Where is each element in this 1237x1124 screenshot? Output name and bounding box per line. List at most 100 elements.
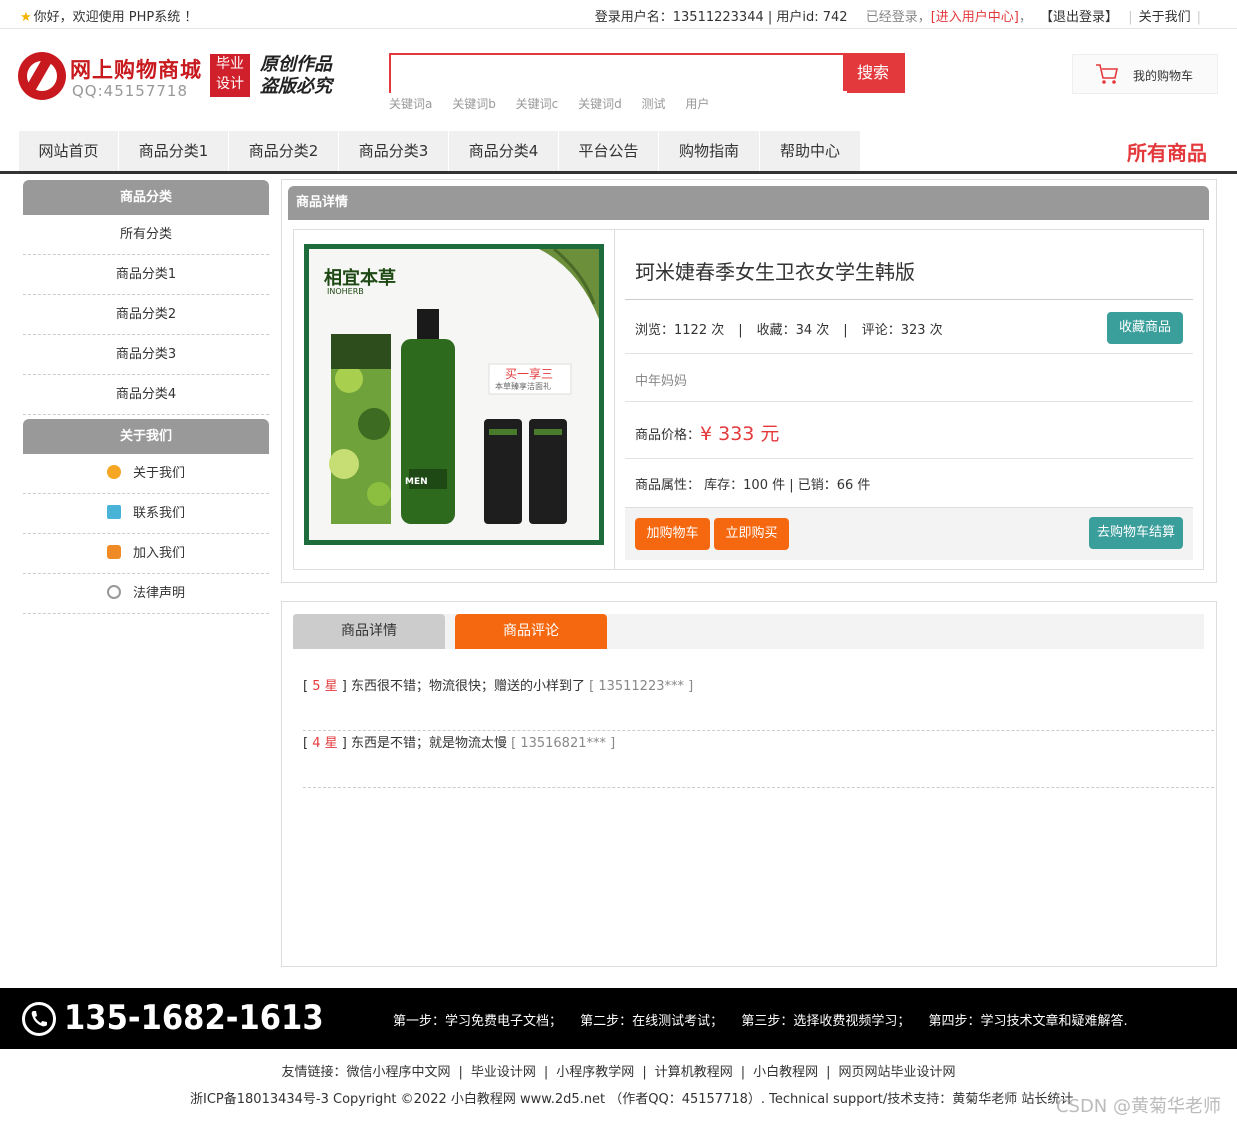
keyword-link[interactable]: 关键词b <box>452 97 496 111</box>
sidebar-item-category2[interactable]: 商品分类2 <box>23 295 269 335</box>
nav-item-category2[interactable]: 商品分类2 <box>229 131 339 171</box>
cart-label: 我的购物车 <box>1133 69 1194 83</box>
all-products-link[interactable]: 所有商品 <box>1127 137 1207 166</box>
logo-icon[interactable] <box>18 52 66 100</box>
logout-link[interactable]: 【退出登录】 <box>1040 10 1118 25</box>
graduation-badge: 毕业 设计 <box>210 54 250 97</box>
friend-links: 友情链接：微信小程序中文网 | 毕业设计网 | 小程序教学网 | 计算机教程网 | 小白教程网 |… <box>281 1065 956 1080</box>
site-qq: QQ:45157718 <box>72 82 189 100</box>
nav-item-category4[interactable]: 商品分类4 <box>449 131 559 171</box>
friend-link[interactable]: 网页网站毕业设计网 <box>839 1065 956 1080</box>
add-to-cart-button[interactable]: 加购物车 <box>635 518 710 550</box>
nav-item-category1[interactable]: 商品分类1 <box>119 131 229 171</box>
attr-value: 库存：100 件 | 已销：66 件 <box>704 478 871 493</box>
watermark: CSDN @黄菊华老师 <box>1055 1096 1221 1117</box>
sidebar-item-join[interactable]: 加入我们 <box>23 534 269 574</box>
brand-en-text: INOHERB <box>327 287 364 296</box>
divider <box>625 299 1193 300</box>
site-title[interactable]: 网上购物商城 <box>70 54 202 84</box>
user-center-link[interactable]: [进入用户中心] <box>931 10 1019 25</box>
sidebar-item-about[interactable]: 关于我们 <box>23 454 269 494</box>
product-stats: 浏览：1122 次 | 收藏：34 次 | 评论：323 次 <box>635 323 943 338</box>
buy-now-button[interactable]: 立即购买 <box>714 518 789 550</box>
nav-item-category3[interactable]: 商品分类3 <box>339 131 449 171</box>
comment-stars: 4 星 <box>312 736 338 751</box>
step-text: 第三步：选择收费视频学习； <box>741 1014 911 1029</box>
about-link[interactable]: 关于我们 <box>1139 10 1191 25</box>
detail-panel-title: 商品详情 <box>288 186 1209 220</box>
power-icon <box>106 585 121 599</box>
price-label: 商品价格： <box>635 428 701 443</box>
divider <box>625 458 1193 459</box>
nav-item-help[interactable]: 帮助中心 <box>760 131 861 171</box>
friend-link[interactable]: 毕业设计网 <box>471 1065 536 1080</box>
comment-stars: 5 星 <box>312 679 338 694</box>
slogan: 原创作品 盗版必究 <box>260 54 332 98</box>
tab-detail[interactable]: 商品详情 <box>293 614 445 649</box>
comment-user: [ 13511223*** ] <box>589 679 694 694</box>
friend-link[interactable]: 小程序教学网 <box>556 1065 634 1080</box>
checkout-button[interactable]: 去购物车结算 <box>1089 517 1183 549</box>
product-attributes: 商品属性： 库存：100 件 | 已销：66 件 <box>635 474 870 493</box>
sidebar-item-label: 联系我们 <box>132 506 185 521</box>
star-icon: ★ <box>20 10 32 25</box>
product-image[interactable]: 相宜本草 INOHERB 买一享三 本草臻享洁面礼 MEN <box>304 244 604 545</box>
sidebar-item-category1[interactable]: 商品分类1 <box>23 255 269 295</box>
sidebar-item-contact[interactable]: 联系我们 <box>23 494 269 534</box>
friend-link[interactable]: 微信小程序中文网 <box>346 1065 450 1080</box>
product-category-tag: 中年妈妈 <box>635 374 688 389</box>
search-box: 搜索 <box>389 53 905 93</box>
promo-text: 买一享三 <box>505 367 554 381</box>
sidebar-item-category4[interactable]: 商品分类4 <box>23 375 269 415</box>
lock-icon <box>106 545 121 559</box>
keyword-link[interactable]: 关键词a <box>389 97 432 111</box>
logged-in-status: 已经登录， <box>865 10 931 25</box>
phone-number: 135-1682-1613 <box>64 998 324 1038</box>
cart-button[interactable]: 我的购物车 <box>1072 54 1218 94</box>
copyright: 浙ICP备18013434号-3 Copyright ©2022 小白教程网 w… <box>190 1092 1074 1107</box>
nav-item-guide[interactable]: 购物指南 <box>659 131 760 171</box>
divider <box>625 401 1193 402</box>
search-input[interactable] <box>391 55 847 93</box>
clipboard-icon <box>106 505 121 519</box>
grad-line1: 毕业 <box>216 56 244 72</box>
keyword-link[interactable]: 测试 <box>642 97 666 111</box>
attr-label: 商品属性： <box>635 478 701 493</box>
search-button[interactable]: 搜索 <box>843 55 903 91</box>
top-right-links: 登录用户名：13511223344 | 用户id: 742 已经登录，[进入用户… <box>594 10 1201 25</box>
sidebar-item-legal[interactable]: 法律声明 <box>23 574 269 614</box>
nav-item-home[interactable]: 网站首页 <box>19 131 119 171</box>
sidebar-item-all[interactable]: 所有分类 <box>23 215 269 255</box>
men-label: MEN <box>405 477 428 487</box>
about-icon <box>106 465 121 479</box>
sidebar-item-label: 法律声明 <box>132 586 185 601</box>
divider <box>625 353 1193 354</box>
keyword-link[interactable]: 用户 <box>685 97 709 111</box>
step-text: 第四步：学习技术文章和疑难解答. <box>928 1014 1128 1029</box>
main-nav: 网站首页 商品分类1 商品分类2 商品分类3 商品分类4 平台公告 购物指南 帮… <box>0 131 1237 174</box>
cart-icon <box>1096 64 1118 84</box>
comment-text: 东西是不错；就是物流太慢 <box>350 736 507 751</box>
friend-link[interactable]: 计算机教程网 <box>655 1065 733 1080</box>
promo-sub-text: 本草臻享洁面礼 <box>495 382 551 391</box>
product-title: 珂米婕春季女生卫衣女学生韩版 <box>635 260 915 284</box>
slogan-line1: 原创作品 <box>260 54 332 75</box>
footer-banner: 135-1682-1613 第一步：学习免费电子文档； 第二步：在线测试考试； … <box>0 988 1237 1049</box>
keyword-link[interactable]: 关键词c <box>516 97 559 111</box>
comment-user: [ 13516821*** ] <box>511 736 616 751</box>
sidebar-category-title: 商品分类 <box>23 180 269 215</box>
sidebar-item-label: 关于我们 <box>132 466 185 481</box>
welcome-text: ★ 你好，欢迎使用 PHP系统 ！ <box>20 6 197 25</box>
slogan-line2: 盗版必究 <box>260 76 332 97</box>
comment-item: [ 5 星 ] 东西很不错；物流很快；赠送的小样到了 [ 13511223***… <box>303 674 1214 731</box>
nav-item-notice[interactable]: 平台公告 <box>559 131 659 171</box>
phone-icon <box>22 1002 56 1036</box>
sidebar-item-category3[interactable]: 商品分类3 <box>23 335 269 375</box>
favorite-button[interactable]: 收藏商品 <box>1107 312 1183 344</box>
keyword-link[interactable]: 关键词d <box>578 97 622 111</box>
tab-comments[interactable]: 商品评论 <box>455 614 607 649</box>
product-price: ¥ 333 元 <box>700 423 780 445</box>
comment-text: 东西很不错；物流很快；赠送的小样到了 <box>350 679 585 694</box>
grad-line2: 设计 <box>216 76 244 92</box>
friend-link[interactable]: 小白教程网 <box>753 1065 818 1080</box>
